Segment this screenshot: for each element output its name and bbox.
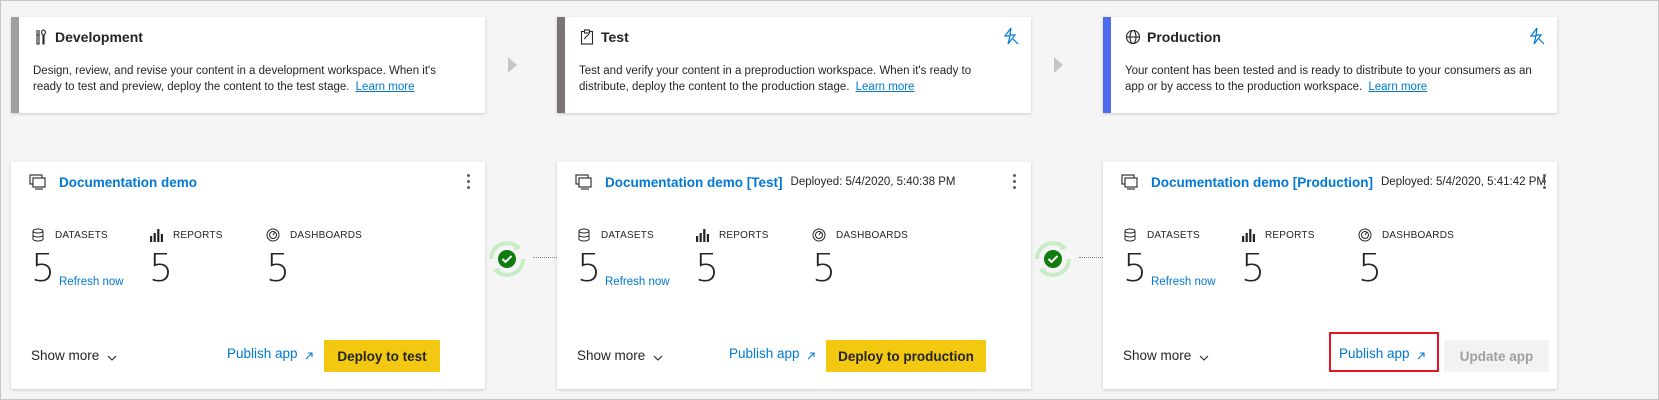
metric-value: 5	[149, 246, 174, 290]
stage-card-test: Test Test and verify your content in a p…	[557, 17, 1031, 113]
deployment-rules-icon[interactable]	[1527, 27, 1545, 45]
metric-label: DATASETS	[601, 229, 654, 241]
more-options-icon[interactable]	[465, 174, 471, 192]
metric-value: 5	[1241, 246, 1266, 290]
sync-success-icon	[1027, 233, 1079, 285]
metric-label: REPORTS	[719, 229, 769, 241]
chevron-right-icon	[1054, 57, 1063, 73]
stage-description: Your content has been tested and is read…	[1125, 65, 1532, 93]
database-icon	[31, 228, 45, 242]
workspace-icon	[29, 174, 47, 190]
learn-more-link[interactable]: Learn more	[356, 81, 415, 93]
publish-app-label: Publish app	[227, 346, 298, 361]
chevron-right-icon	[508, 57, 517, 73]
metric-label: REPORTS	[173, 229, 223, 241]
metric-label: DASHBOARDS	[290, 229, 363, 241]
metric-reports: REPORTS 5	[695, 228, 769, 288]
publish-app-label: Publish app	[1339, 346, 1410, 361]
metric-value: 5	[266, 246, 291, 290]
chevron-down-icon	[653, 351, 663, 361]
gauge-icon	[812, 228, 826, 242]
gauge-icon	[1358, 228, 1372, 242]
show-more-label: Show more	[1123, 348, 1192, 363]
workspace-icon	[1121, 174, 1139, 190]
show-more-label: Show more	[577, 348, 646, 363]
metric-label: DASHBOARDS	[836, 229, 909, 241]
publish-app-link[interactable]: Publish app	[1339, 346, 1426, 361]
learn-more-link[interactable]: Learn more	[856, 81, 915, 93]
sync-success-icon	[481, 233, 533, 285]
deployment-pipeline: Development Design, review, and revise y…	[0, 0, 1659, 400]
metric-dashboards: DASHBOARDS 5	[812, 228, 908, 288]
metric-dashboards: DASHBOARDS 5	[266, 228, 362, 288]
stage-title: Development	[55, 29, 143, 45]
publish-app-link[interactable]: Publish app	[729, 346, 816, 361]
bar-chart-icon	[1241, 228, 1255, 242]
workspace-name-link[interactable]: Documentation demo	[59, 175, 197, 190]
workspace-card-development: Documentation demo DATASETS 5 Refresh no…	[11, 162, 485, 389]
show-more-label: Show more	[31, 348, 100, 363]
bar-chart-icon	[695, 228, 709, 242]
connector-line	[533, 257, 557, 258]
publish-app-label: Publish app	[729, 346, 800, 361]
stage-title: Production	[1147, 29, 1221, 45]
refresh-now-link[interactable]: Refresh now	[605, 276, 670, 288]
metric-value: 5	[812, 246, 837, 290]
stage-title: Test	[601, 29, 629, 45]
deploy-to-test-button[interactable]: Deploy to test	[324, 340, 440, 372]
external-link-icon	[1416, 349, 1426, 359]
deployed-timestamp: Deployed: 5/4/2020, 5:40:38 PM	[790, 176, 956, 188]
deploy-to-production-button[interactable]: Deploy to production	[826, 340, 986, 372]
clipboard-icon	[579, 29, 595, 45]
refresh-now-link[interactable]: Refresh now	[1151, 276, 1216, 288]
gauge-icon	[266, 228, 280, 242]
metric-dashboards: DASHBOARDS 5	[1358, 228, 1454, 288]
tools-icon	[33, 29, 49, 45]
connector-line	[1079, 257, 1103, 258]
chevron-down-icon	[107, 351, 117, 361]
external-link-icon	[806, 349, 816, 359]
refresh-now-link[interactable]: Refresh now	[59, 276, 124, 288]
globe-icon	[1125, 29, 1141, 45]
metric-value: 5	[695, 246, 720, 290]
workspace-name-link[interactable]: Documentation demo [Production]	[1151, 175, 1373, 190]
database-icon	[1123, 228, 1137, 242]
publish-app-link[interactable]: Publish app	[227, 346, 314, 361]
update-app-button: Update app	[1444, 340, 1549, 372]
stage-card-development: Development Design, review, and revise y…	[11, 17, 485, 113]
metric-reports: REPORTS 5	[1241, 228, 1315, 288]
metric-label: DATASETS	[55, 229, 108, 241]
metric-reports: REPORTS 5	[149, 228, 223, 288]
external-link-icon	[304, 349, 314, 359]
metric-label: DATASETS	[1147, 229, 1200, 241]
stage-card-production: Production Your content has been tested …	[1103, 17, 1557, 113]
bar-chart-icon	[149, 228, 163, 242]
workspace-name-link[interactable]: Documentation demo [Test]	[605, 175, 783, 190]
metric-value: 5	[1358, 246, 1383, 290]
learn-more-link[interactable]: Learn more	[1368, 81, 1427, 93]
workspace-card-production: Documentation demo [Production] Deployed…	[1103, 162, 1557, 389]
database-icon	[577, 228, 591, 242]
more-options-icon[interactable]	[1541, 174, 1547, 192]
more-options-icon[interactable]	[1011, 174, 1017, 192]
deployed-timestamp: Deployed: 5/4/2020, 5:41:42 PM	[1381, 176, 1546, 188]
show-more-toggle[interactable]: Show more	[577, 348, 663, 363]
chevron-down-icon	[1199, 351, 1209, 361]
deployment-rules-icon[interactable]	[1001, 27, 1019, 45]
metric-label: DASHBOARDS	[1382, 229, 1455, 241]
workspace-icon	[575, 174, 593, 190]
show-more-toggle[interactable]: Show more	[31, 348, 117, 363]
show-more-toggle[interactable]: Show more	[1123, 348, 1209, 363]
metric-label: REPORTS	[1265, 229, 1315, 241]
workspace-card-test: Documentation demo [Test] Deployed: 5/4/…	[557, 162, 1031, 389]
